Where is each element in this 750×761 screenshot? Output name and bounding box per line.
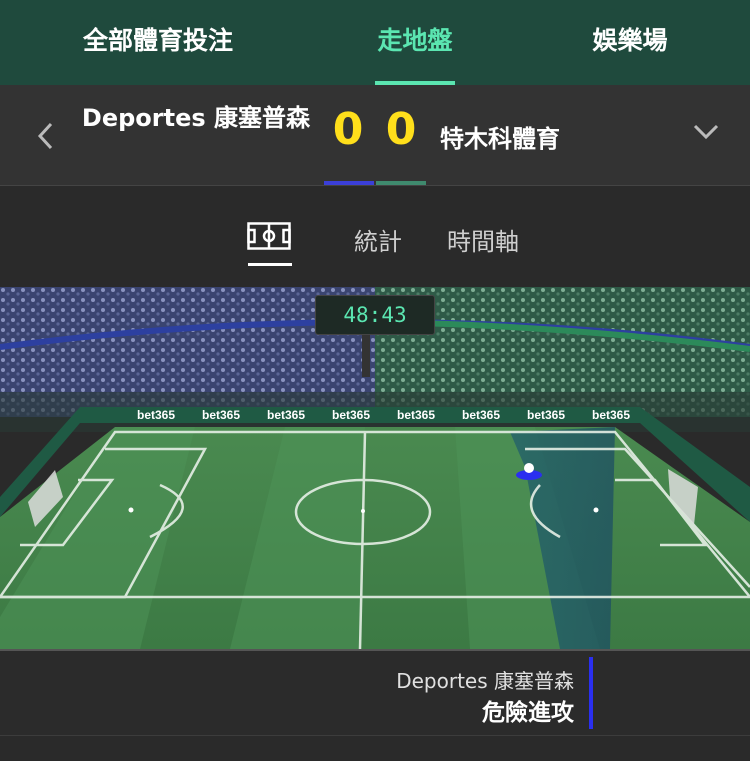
ad-board-logo-5: bet365 xyxy=(397,408,435,422)
tab-stats[interactable]: 統計 xyxy=(354,222,402,257)
ad-board-logo-8: bet365 xyxy=(592,408,630,422)
tab-timeline[interactable]: 時間軸 xyxy=(447,222,519,257)
event-team-color-marker xyxy=(589,657,593,729)
home-score: 0 xyxy=(332,104,364,155)
chevron-left-icon[interactable] xyxy=(36,121,54,151)
away-team-name: 特木科體育 xyxy=(440,125,560,153)
chevron-down-icon[interactable] xyxy=(692,123,720,141)
bottom-strip xyxy=(0,735,750,761)
stadium-graphic: bet365 bet365 bet365 bet365 bet365 bet36… xyxy=(0,287,750,649)
top-navigation: 全部體育投注 走地盤 娛樂場 xyxy=(0,0,750,85)
scoreboard: Deportes 康塞普森 0 0 特木科體育 xyxy=(0,85,750,185)
event-team: Deportes 康塞普森 xyxy=(396,669,574,693)
home-team-name: Deportes 康塞普森 xyxy=(81,104,310,132)
ad-board-logo-1: bet365 xyxy=(137,408,175,422)
match-field: bet365 bet365 bet365 bet365 bet365 bet36… xyxy=(0,287,750,649)
ad-board-logo-2: bet365 xyxy=(202,408,240,422)
ad-board-logo-3: bet365 xyxy=(267,408,305,422)
ad-board-logo-6: bet365 xyxy=(462,408,500,422)
tab-all-sports[interactable]: 全部體育投注 xyxy=(68,0,248,85)
ad-board-logo-4: bet365 xyxy=(332,408,370,422)
match-subtabs: 統計 時間軸 xyxy=(0,186,750,286)
pitch-tab-indicator xyxy=(248,263,292,266)
event-banner: Deportes 康塞普森 危險進攻 xyxy=(0,649,750,737)
match-clock: 48:43 xyxy=(315,295,435,335)
ad-board-logo-7: bet365 xyxy=(527,408,565,422)
event-action: 危險進攻 xyxy=(482,700,574,726)
pitch-icon[interactable] xyxy=(247,222,291,250)
away-score: 0 xyxy=(385,104,417,155)
tab-in-play[interactable]: 走地盤 xyxy=(355,0,475,85)
tab-casino[interactable]: 娛樂場 xyxy=(570,0,690,85)
